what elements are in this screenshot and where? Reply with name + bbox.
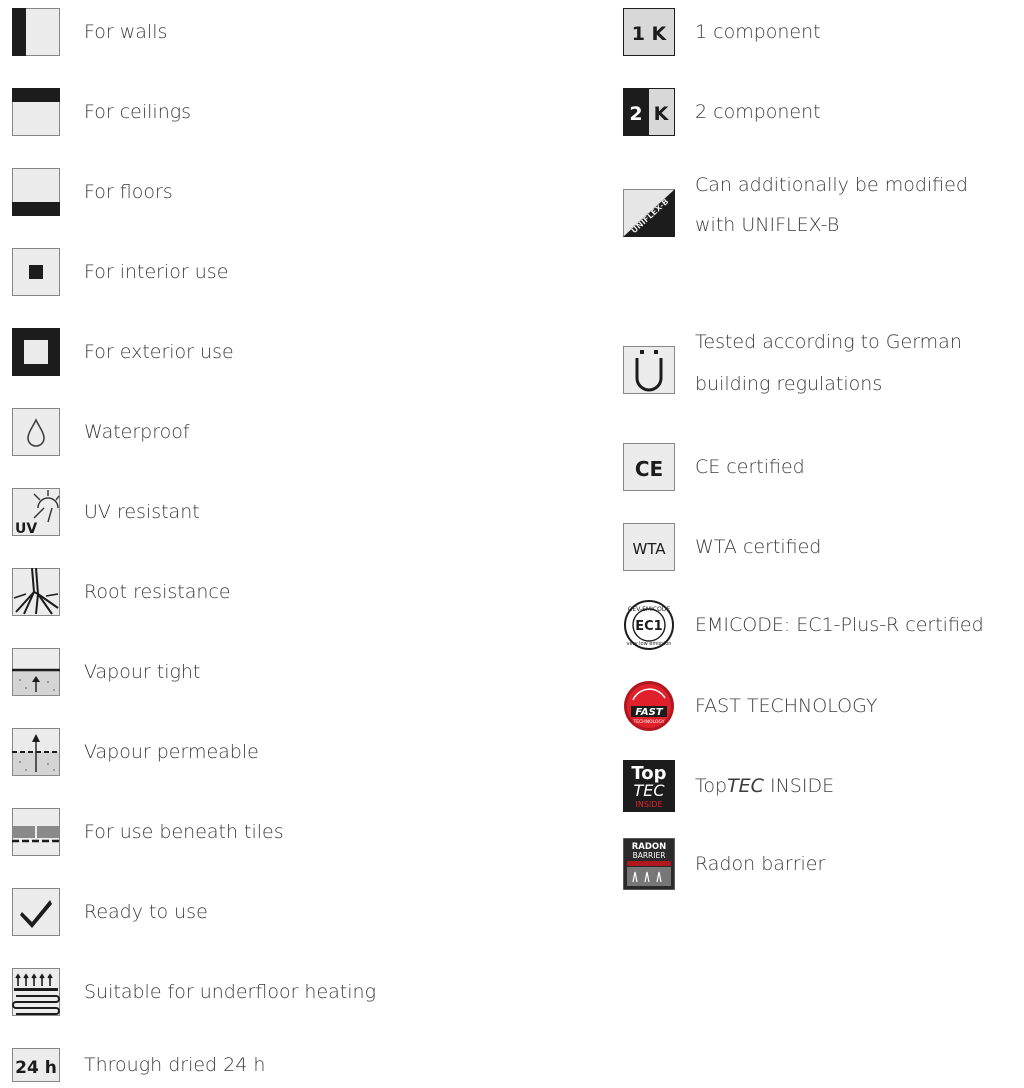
- legend-item-fast-technology: FAST TECHNOLOGY FAST TECHNOLOGY: [623, 680, 1023, 732]
- beneath-tiles-icon: [12, 808, 60, 856]
- fast-icon-text: FAST: [635, 707, 663, 718]
- legend-item-uniflex-b: UNIFLEX-B Can additionally be modified w…: [623, 168, 1023, 258]
- legend-label: For floors: [84, 181, 173, 203]
- legend-label: Waterproof: [84, 421, 190, 443]
- legend-label-line2: building regulations: [695, 373, 883, 395]
- uv-icon-text: UV: [15, 521, 37, 536]
- legend-item-for-floors: For floors: [12, 168, 432, 216]
- toptec-inside-icon: Top TEC INSIDE: [623, 760, 675, 812]
- legend-label-line1: Can additionally be modified: [695, 174, 968, 196]
- two-component-icon: 2 K: [623, 88, 675, 136]
- legend-label: TopTEC INSIDE: [695, 769, 834, 803]
- legend-item-wta-certified: WTA WTA certified: [623, 523, 1023, 571]
- legend-label: Ready to use: [84, 901, 208, 923]
- legend-label: FAST TECHNOLOGY: [695, 695, 878, 717]
- emicode-ring-top-text: GEV-EMICODE: [628, 606, 671, 613]
- one-component-icon: 1 K: [623, 8, 675, 56]
- label-tec: TEC: [727, 775, 764, 797]
- legend-label: UV resistant: [84, 501, 200, 523]
- legend-item-through-dried-24h: 24 h Through dried 24 h: [12, 1048, 432, 1082]
- emicode-ec1-icon: GEV-EMICODE very low emission EC1: [623, 599, 675, 651]
- ce-icon-text: CE: [635, 457, 663, 481]
- inside-icon-text: INSIDE: [636, 800, 663, 809]
- legend-item-underfloor-heating: Suitable for underfloor heating: [12, 968, 432, 1016]
- legend-item-beneath-tiles: For use beneath tiles: [12, 808, 432, 856]
- tec-icon-text: TEC: [633, 781, 665, 800]
- legend-item-exterior-use: For exterior use: [12, 328, 432, 376]
- 1k-icon-text: 1 K: [632, 23, 668, 45]
- uv-resistant-icon: UV: [12, 488, 60, 536]
- legend-label: For exterior use: [84, 341, 234, 363]
- root-resistance-icon: [12, 568, 60, 616]
- legend-label: Root resistance: [84, 581, 231, 603]
- legend-item-2-component: 2 K 2 component: [623, 88, 1023, 136]
- technology-icon-text: TECHNOLOGY: [633, 719, 665, 725]
- legend-item-ready-to-use: Ready to use: [12, 888, 432, 936]
- legend-label: EMICODE: EC1-Plus-R certified: [695, 614, 984, 636]
- legend-item-ce-certified: CE CE certified: [623, 443, 1023, 491]
- fast-technology-icon: FAST TECHNOLOGY: [623, 680, 675, 732]
- underfloor-heating-icon: [12, 968, 60, 1016]
- interior-use-icon: [12, 248, 60, 296]
- 24h-icon-text: 24 h: [15, 1058, 57, 1078]
- barrier-icon-text: BARRIER: [633, 851, 666, 860]
- legend-item-for-ceilings: For ceilings: [12, 88, 432, 136]
- legend-item-waterproof: Waterproof: [12, 408, 432, 456]
- legend-item-1-component: 1 K 1 component: [623, 8, 1023, 56]
- legend-item-emicode: GEV-EMICODE very low emission EC1 EMICOD…: [623, 599, 1023, 651]
- legend-label: For interior use: [84, 261, 229, 283]
- emicode-ring-bottom-text: very low emission: [627, 641, 672, 647]
- legend-item-uv-resistant: UV UV resistant: [12, 488, 432, 536]
- legend-item-toptec-inside: Top TEC INSIDE TopTEC INSIDE: [623, 760, 1023, 812]
- ce-certified-icon: CE: [623, 443, 675, 491]
- vapour-permeable-icon: [12, 728, 60, 776]
- legend-item-vapour-tight: Vapour tight: [12, 648, 432, 696]
- legend-label: For ceilings: [84, 101, 192, 123]
- legend-label: Through dried 24 h: [84, 1054, 266, 1076]
- wta-icon-text: WTA: [632, 540, 666, 558]
- label-inside: INSIDE: [763, 775, 835, 797]
- through-dried-24h-icon: 24 h: [12, 1048, 60, 1082]
- legend-label: For use beneath tiles: [84, 821, 284, 843]
- legend-label: 1 component: [695, 21, 821, 43]
- legend-item-vapour-permeable: Vapour permeable: [12, 728, 432, 776]
- legend-label: CE certified: [695, 456, 805, 478]
- legend-label: For walls: [84, 21, 168, 43]
- legend-item-root-resistance: Root resistance: [12, 568, 432, 616]
- legend-label: Radon barrier: [695, 853, 826, 875]
- legend-label: WTA certified: [695, 536, 822, 558]
- legend-label: Suitable for underfloor heating: [84, 981, 376, 1003]
- radon-barrier-icon: RADON BARRIER: [623, 838, 675, 890]
- waterproof-drop-icon: [12, 408, 60, 456]
- vapour-tight-icon: [12, 648, 60, 696]
- ec1-icon-text: EC1: [635, 619, 662, 634]
- 2-icon-text: 2: [629, 103, 642, 125]
- legend-label-line2: with UNIFLEX-B: [695, 214, 840, 236]
- legend-label-line1: Tested according to German: [695, 331, 962, 353]
- for-walls-icon: [12, 8, 60, 56]
- legend-item-radon-barrier: RADON BARRIER Radon barrier: [623, 838, 1023, 890]
- legend-label: 2 component: [695, 101, 821, 123]
- k-icon-text: K: [654, 103, 670, 125]
- german-building-regulations-u-icon: Ü: [623, 346, 675, 394]
- legend-label: Vapour tight: [84, 661, 201, 683]
- for-ceilings-icon: [12, 88, 60, 136]
- legend-label: Vapour permeable: [84, 741, 259, 763]
- exterior-use-icon: [12, 328, 60, 376]
- uniflex-b-icon: UNIFLEX-B: [623, 189, 675, 237]
- legend-item-for-walls: For walls: [12, 8, 432, 56]
- ready-to-use-check-icon: [12, 888, 60, 936]
- wta-certified-icon: WTA: [623, 523, 675, 571]
- label-top: Top: [695, 775, 728, 797]
- for-floors-icon: [12, 168, 60, 216]
- legend-item-german-regulations: Ü Tested according to German building re…: [623, 325, 1023, 415]
- legend-item-interior-use: For interior use: [12, 248, 432, 296]
